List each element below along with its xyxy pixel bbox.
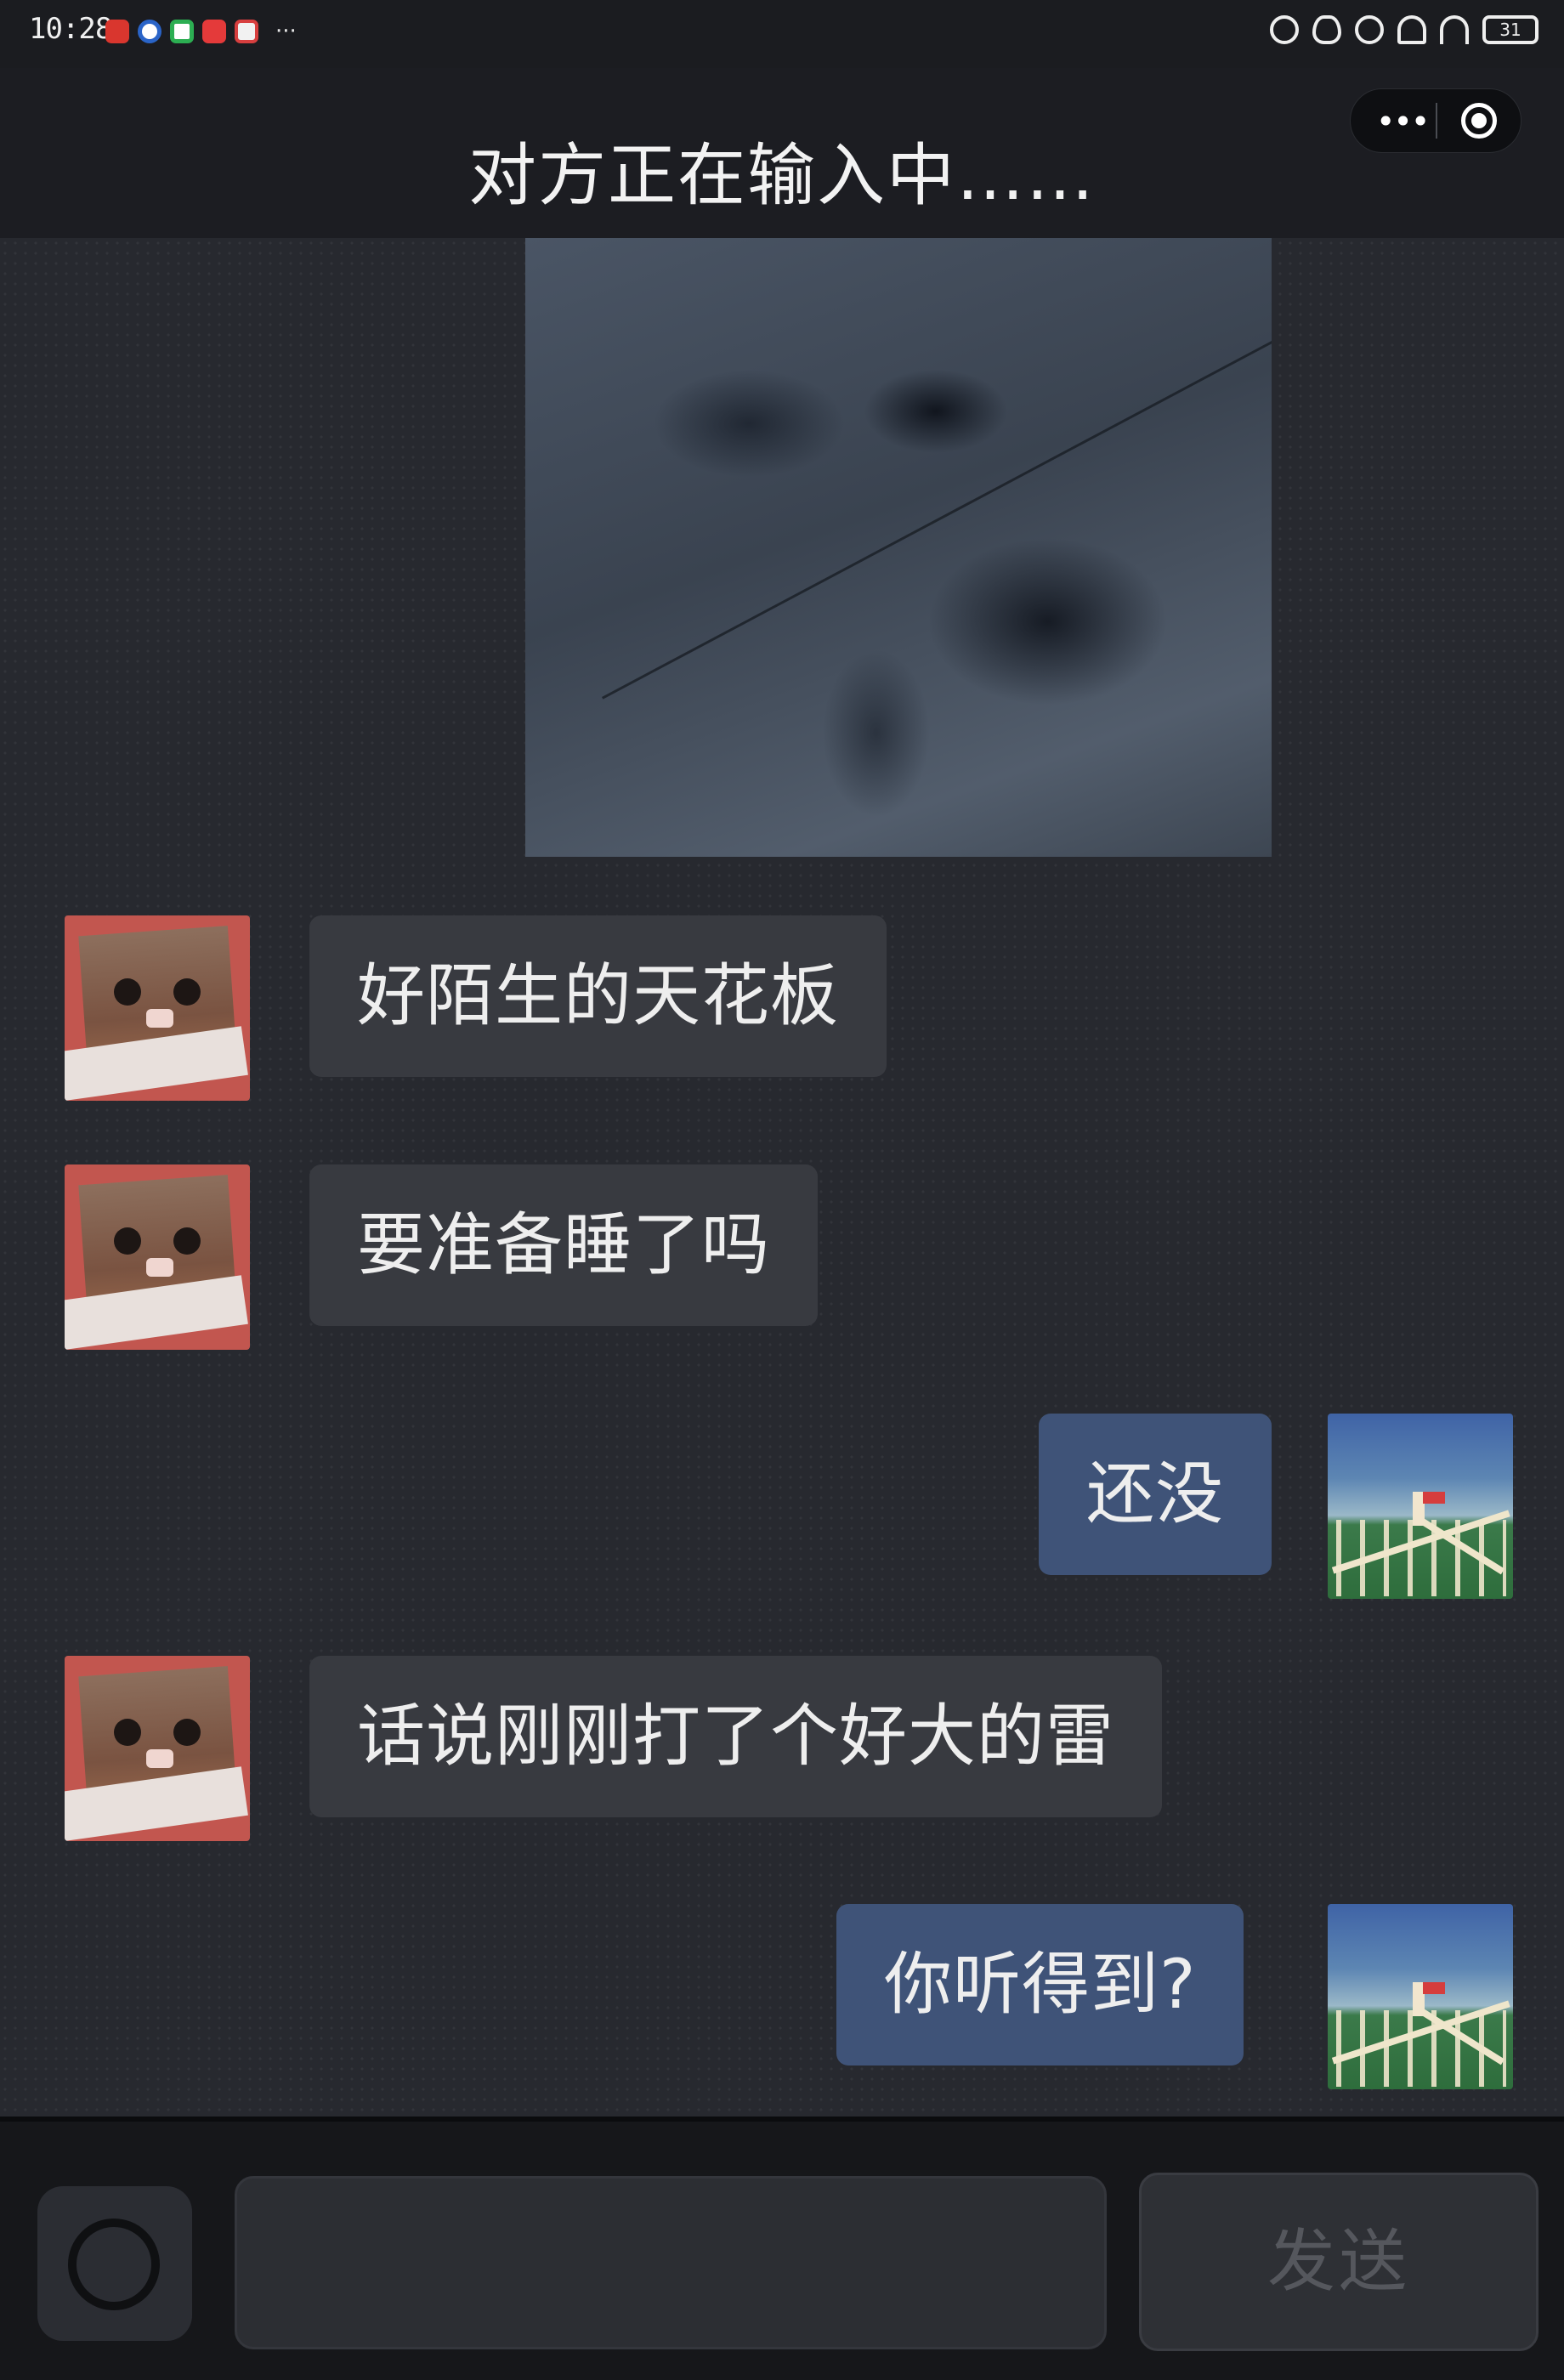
message-bubble-incoming[interactable]: 要准备睡了吗 [309,1164,818,1326]
cat-eye [114,1719,141,1746]
input-bar: 发送 [0,2116,1564,2380]
photo-crease [602,298,1272,700]
more-notifications-icon: ··· [275,19,297,44]
alarm-icon [1355,15,1384,44]
camera-icon [68,2218,160,2310]
cat-nose [146,1009,173,1028]
app-notification-icon [138,20,162,43]
capsule-divider [1436,103,1437,139]
message-bubble-outgoing[interactable]: 还没 [1039,1414,1272,1575]
miniprogram-capsule: ••• [1350,88,1522,153]
mute-icon [1397,15,1426,44]
ceiling-photo[interactable] [525,238,1272,857]
cat-eye [114,1227,141,1255]
app-notification-icon [105,20,129,43]
cat-eye [173,978,201,1006]
system-icons: 31 [1270,15,1538,44]
my-avatar[interactable] [1328,1904,1513,2089]
cat-eye [173,1227,201,1255]
contact-avatar[interactable] [65,1656,250,1841]
eye-icon [1312,15,1341,44]
nfc-icon [1270,15,1299,44]
target-circle-icon[interactable] [1461,103,1497,139]
cat-eye [173,1719,201,1746]
status-bar: 10:28 ··· 31 [0,0,1564,68]
camera-button[interactable] [37,2186,192,2341]
cat-eye [114,978,141,1006]
my-avatar[interactable] [1328,1414,1513,1599]
message-bubble-incoming[interactable]: 好陌生的天花板 [309,915,887,1077]
send-button[interactable]: 发送 [1139,2173,1538,2351]
status-time: 10:28 [29,12,112,46]
contact-avatar[interactable] [65,915,250,1101]
app-notification-icon [202,20,226,43]
notification-icons: ··· [105,19,297,44]
message-bubble-outgoing[interactable]: 你听得到? [836,1904,1244,2066]
cat-nose [146,1749,173,1768]
app-notification-icon [235,20,258,43]
app-notification-icon [170,20,194,43]
page-title: 对方正在输入中…… [468,136,1096,215]
chat-area[interactable]: 好陌生的天花板 要准备睡了吗 还没 话说刚刚打了个好大的雷 你听得到? [0,238,1564,2116]
message-bubble-incoming[interactable]: 话说刚刚打了个好大的雷 [309,1656,1162,1817]
chat-header: 对方正在输入中…… ••• [0,68,1564,238]
more-dots-icon[interactable]: ••• [1376,103,1430,140]
battery-icon: 31 [1482,15,1538,44]
avatar-flag [1423,1982,1445,1994]
wifi-icon [1440,15,1469,44]
message-input[interactable] [235,2176,1107,2349]
avatar-flag [1423,1492,1445,1504]
cat-nose [146,1258,173,1277]
contact-avatar[interactable] [65,1164,250,1350]
